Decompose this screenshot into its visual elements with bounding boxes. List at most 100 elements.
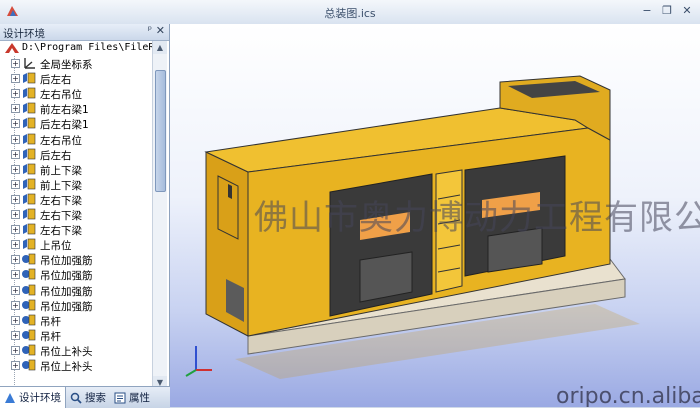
expand-icon[interactable]: +	[11, 210, 20, 220]
expand-icon[interactable]: +	[11, 240, 20, 250]
panel-close-icon[interactable]: ✕	[156, 24, 165, 37]
tree-item[interactable]: + 后左右	[0, 147, 152, 162]
expand-icon[interactable]: +	[11, 315, 20, 325]
expand-icon[interactable]: +	[11, 194, 20, 204]
tree-item-label: 后左右梁1	[40, 119, 89, 132]
tree-item[interactable]: + 前上下梁	[0, 177, 152, 192]
tree-item[interactable]: + 吊杆	[0, 328, 152, 343]
tree-item[interactable]: + 后左右	[0, 71, 152, 86]
tab-search[interactable]: 搜索	[66, 387, 110, 408]
panel-header: 设计环境 ᵖ ✕	[0, 24, 169, 41]
tree-item[interactable]: + 吊位加强筋	[0, 283, 152, 298]
tree-item-label: 前左右梁1	[40, 104, 89, 117]
tree-item-label: 吊杆	[40, 330, 61, 343]
tree-item[interactable]: + 吊位上补头	[0, 358, 152, 373]
tab-label: 搜索	[85, 392, 106, 404]
expand-icon[interactable]: +	[11, 345, 20, 355]
tree-item[interactable]: + 吊杆	[0, 313, 152, 328]
tree-item-label: 吊位加强筋	[40, 300, 93, 313]
tree-item[interactable]: + 吊位加强筋	[0, 252, 152, 267]
tree-item-label: 左右下梁	[40, 210, 82, 223]
part-icon	[23, 87, 36, 99]
tree-root[interactable]: D:\Program Files\FileRec	[0, 41, 152, 56]
part-icon	[23, 103, 36, 114]
expand-icon[interactable]: +	[11, 360, 20, 370]
expand-icon[interactable]: +	[11, 74, 20, 84]
expand-icon[interactable]: +	[11, 179, 20, 189]
scroll-thumb[interactable]	[155, 70, 166, 192]
close-button[interactable]: ✕	[680, 4, 694, 18]
part-blue-icon	[22, 284, 36, 295]
expand-icon[interactable]: +	[11, 225, 20, 235]
tree-item[interactable]: + 左右吊位	[0, 86, 152, 101]
design-tree[interactable]: D:\Program Files\FileRec + 全局坐标系 + 后左右 + 左右吊位…	[0, 41, 152, 389]
tree-item-label: 左右下梁	[40, 194, 82, 207]
part-blue-icon	[22, 359, 36, 371]
panel-tabs: 设计环境 搜索 属性	[0, 386, 170, 408]
part-blue-icon	[22, 344, 36, 356]
expand-icon[interactable]: +	[11, 330, 20, 340]
part-icon	[23, 208, 36, 220]
expand-icon[interactable]: +	[11, 300, 20, 310]
tree-item-label: 左右吊位	[40, 134, 82, 147]
tree-vertical-scrollbar[interactable]: ▲ ▼	[152, 41, 167, 389]
tree-item-label: 上吊位	[40, 240, 72, 253]
minimize-button[interactable]: −	[640, 4, 654, 18]
tree-item[interactable]: + 左右吊位	[0, 132, 152, 147]
tree-item-label: 吊位加强筋	[40, 285, 93, 298]
axes-icon	[24, 58, 35, 69]
tree-item-label: 后左右	[40, 149, 72, 162]
tab-properties[interactable]: 属性	[110, 387, 154, 408]
restore-button[interactable]: ❐	[660, 4, 674, 18]
3d-viewport[interactable]: 佛山市奥力博动力工程有限公司 oripo.cn.alibaba.com	[170, 24, 700, 407]
tree-item[interactable]: + 吊位加强筋	[0, 267, 152, 282]
title-bar: 总装图.ics − ❐ ✕	[0, 0, 700, 25]
tree-item[interactable]: + 吊位上补头	[0, 343, 152, 358]
tab-label: 属性	[129, 392, 150, 404]
part-blue-icon	[22, 299, 36, 310]
tree-item[interactable]: + 左右下梁	[0, 207, 152, 222]
tree-item[interactable]: + 前左右梁1	[0, 101, 152, 116]
tree-item[interactable]: + 左右下梁	[0, 222, 152, 237]
tree-item-label: 左右吊位	[40, 89, 82, 102]
panel-title: 设计环境	[3, 28, 45, 40]
scroll-up-arrow-icon[interactable]: ▲	[153, 41, 167, 54]
expand-icon[interactable]: +	[11, 119, 20, 129]
expand-icon[interactable]: +	[11, 270, 20, 280]
expand-icon[interactable]: +	[11, 255, 20, 265]
part-icon	[23, 148, 36, 159]
tree-item[interactable]: + 全局坐标系	[0, 56, 152, 71]
tree-root-label: D:\Program Files\FileRec	[22, 42, 152, 53]
tree-item-label: 吊位加强筋	[40, 270, 93, 283]
expand-icon[interactable]: +	[11, 149, 20, 159]
tree-item-label: 全局坐标系	[40, 59, 93, 72]
expand-icon[interactable]: +	[11, 134, 20, 144]
tree-item-label: 前上下梁	[40, 179, 82, 192]
design-environment-panel: 设计环境 ᵖ ✕ D:\Program Files\FileRec + 全局坐标系…	[0, 24, 170, 407]
tree-item-label: 左右下梁	[40, 225, 82, 238]
expand-icon[interactable]: +	[11, 104, 20, 114]
watermark-text: 佛山市奥力博动力工程有限公司	[254, 198, 700, 238]
properties-icon	[114, 392, 126, 403]
tree-item[interactable]: + 后左右梁1	[0, 116, 152, 131]
window-title: 总装图.ics	[324, 7, 376, 20]
tree-item-label: 吊位加强筋	[40, 255, 93, 268]
part-icon	[23, 163, 36, 175]
tree-item[interactable]: + 吊位加强筋	[0, 298, 152, 313]
tree-item[interactable]: + 左右下梁	[0, 192, 152, 207]
tree-item[interactable]: + 上吊位	[0, 237, 152, 252]
coordinate-triad-icon	[185, 346, 212, 377]
tree-item[interactable]: + 前上下梁	[0, 162, 152, 177]
tree-item-label: 吊位上补头	[40, 360, 93, 373]
tab-design-environment[interactable]: 设计环境	[0, 387, 66, 408]
expand-icon[interactable]: +	[11, 59, 20, 69]
expand-icon[interactable]: +	[11, 285, 20, 295]
part-blue-icon	[22, 254, 36, 265]
expand-icon[interactable]: +	[11, 164, 20, 174]
part-icon	[23, 72, 36, 84]
tree-item-label: 后左右	[40, 74, 72, 87]
pin-icon[interactable]: ᵖ	[148, 25, 152, 36]
part-icon	[23, 178, 36, 190]
expand-icon[interactable]: +	[11, 89, 20, 99]
tree-item-label: 吊杆	[40, 315, 61, 328]
